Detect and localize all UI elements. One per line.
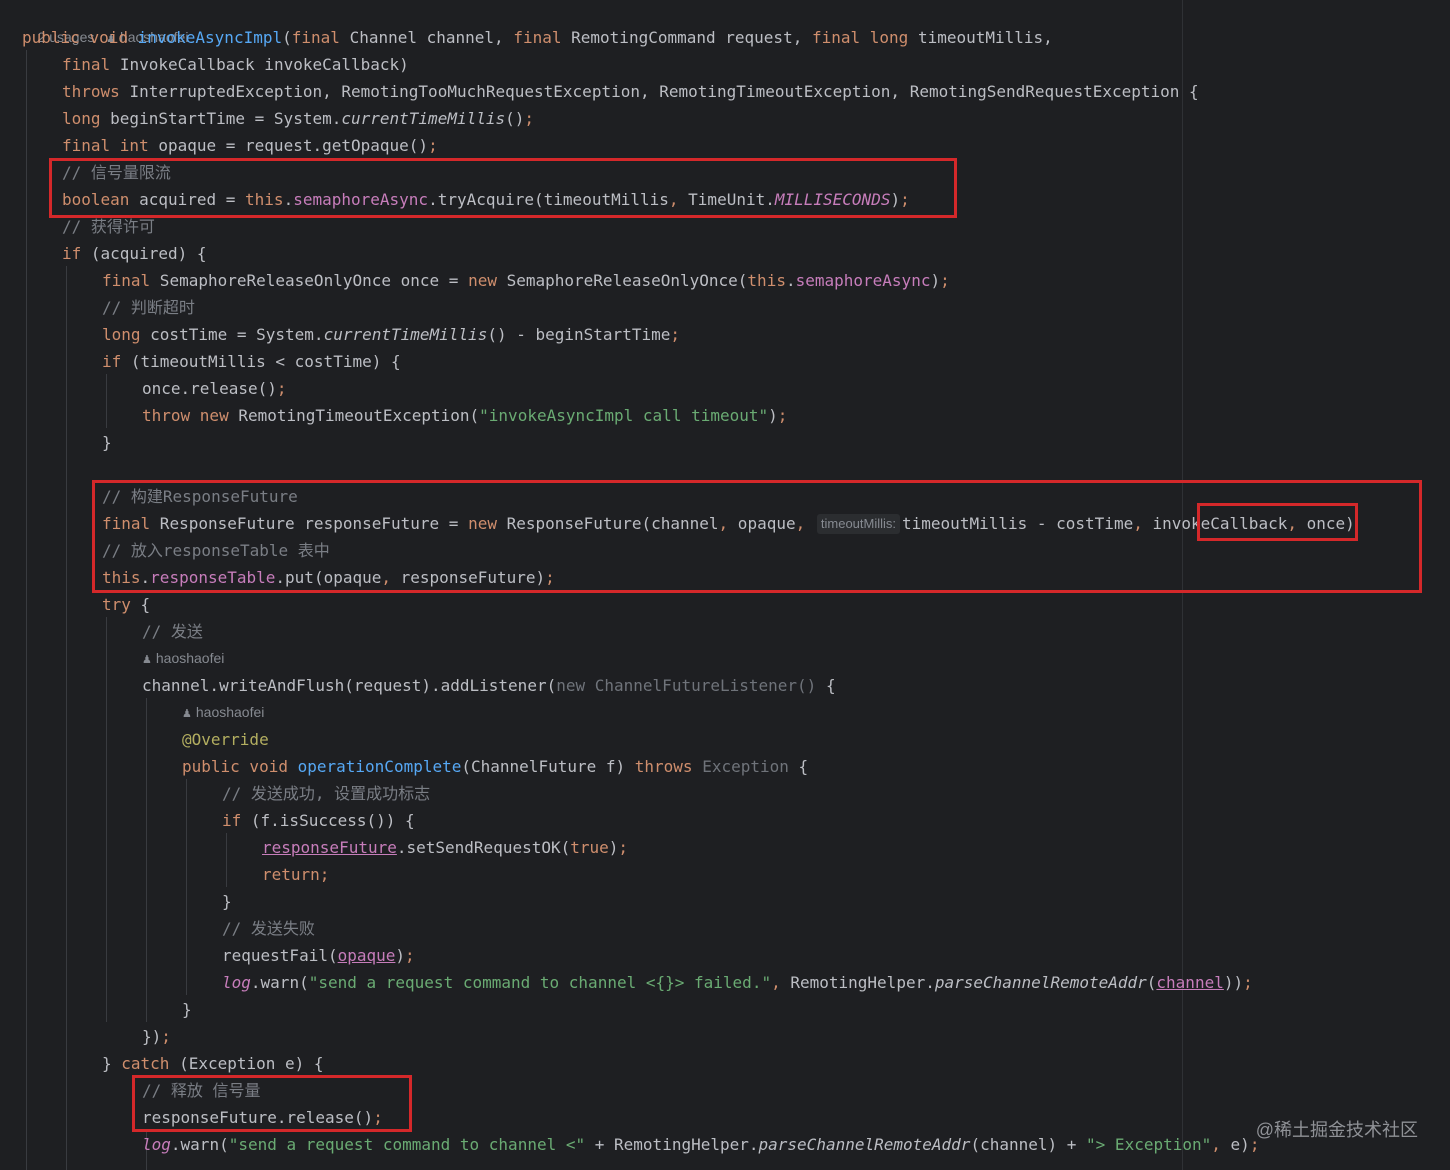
code-line: throw new RemotingTimeoutException("invo… bbox=[142, 406, 788, 425]
comment-line: // 释放 信号量 bbox=[142, 1081, 261, 1100]
indent-guide bbox=[106, 374, 107, 428]
code-line: requestFail(opaque); bbox=[222, 946, 415, 965]
usages-hint[interactable]: 2 usages ♟ haoshaofei bbox=[22, 0, 189, 45]
parameter-hint: timeoutMillis: bbox=[816, 514, 901, 534]
code-line: once.release(); bbox=[142, 379, 287, 398]
code-line: log.warn("send a request command to chan… bbox=[222, 973, 1253, 992]
code-line: final int opaque = request.getOpaque(); bbox=[62, 136, 438, 155]
indent-guide bbox=[26, 50, 27, 1170]
code-line: }); bbox=[142, 1027, 171, 1046]
comment-line: // 发送成功, 设置成功标志 bbox=[222, 784, 431, 803]
comment-line: // 信号量限流 bbox=[62, 163, 171, 182]
indent-guide bbox=[226, 833, 227, 887]
code-line: final SemaphoreReleaseOnlyOnce once = ne… bbox=[102, 271, 950, 290]
comment-line: // 发送 bbox=[142, 622, 203, 641]
indent-guide bbox=[66, 266, 67, 1170]
comment-line: // 获得许可 bbox=[62, 217, 155, 236]
code-line: final InvokeCallback invokeCallback) bbox=[62, 55, 409, 74]
code-line: } bbox=[222, 892, 232, 911]
comment-line: // 构建ResponseFuture bbox=[102, 487, 298, 506]
code-line: if (timeoutMillis < costTime) { bbox=[102, 352, 401, 371]
code-line: @Override bbox=[182, 730, 269, 749]
code-line: long beginStartTime = System.currentTime… bbox=[62, 109, 535, 128]
code-line: log.warn("send a request command to chan… bbox=[142, 1135, 1260, 1154]
code-line: responseFuture.release(); bbox=[142, 1108, 383, 1127]
indent-guide bbox=[106, 617, 107, 1022]
code-line: public void invokeAsyncImpl(final Channe… bbox=[22, 28, 1053, 47]
author-hint[interactable]: ♟ haoshaofei bbox=[142, 645, 224, 672]
indent-guide bbox=[146, 698, 147, 1022]
code-line: } catch (Exception e) { bbox=[102, 1054, 324, 1073]
code-line: final ResponseFuture responseFuture = ne… bbox=[102, 514, 1355, 534]
user-icon: ♟ bbox=[182, 708, 192, 720]
code-line: channel.writeAndFlush(request).addListen… bbox=[142, 676, 836, 695]
code-line: return; bbox=[262, 865, 330, 884]
code-line: } bbox=[102, 433, 112, 452]
code-line: if (acquired) { bbox=[62, 244, 207, 263]
code-line: try { bbox=[102, 595, 151, 614]
code-line: throws InterruptedException, RemotingToo… bbox=[62, 82, 1199, 101]
comment-line: // 发送失败 bbox=[222, 919, 315, 938]
code-editor[interactable]: 2 usages ♟ haoshaofei public void invokeA… bbox=[0, 0, 1450, 1170]
watermark: @稀土掘金技术社区 bbox=[1255, 1120, 1418, 1140]
code-line: if (f.isSuccess()) { bbox=[222, 811, 415, 830]
indent-guide bbox=[186, 779, 187, 995]
code-line: long costTime = System.currentTimeMillis… bbox=[102, 325, 680, 344]
author-hint[interactable]: ♟ haoshaofei bbox=[182, 699, 264, 726]
user-icon: ♟ bbox=[142, 654, 152, 666]
code-line: responseFuture.setSendRequestOK(true); bbox=[262, 838, 629, 857]
code-line: this.responseTable.put(opaque, responseF… bbox=[102, 568, 555, 587]
code-line: public void operationComplete(ChannelFut… bbox=[182, 757, 809, 776]
comment-line: // 放入responseTable 表中 bbox=[102, 541, 330, 560]
code-line: boolean acquired = this.semaphoreAsync.t… bbox=[62, 190, 910, 209]
comment-line: // 判断超时 bbox=[102, 298, 195, 317]
code-line: } bbox=[182, 1000, 192, 1019]
